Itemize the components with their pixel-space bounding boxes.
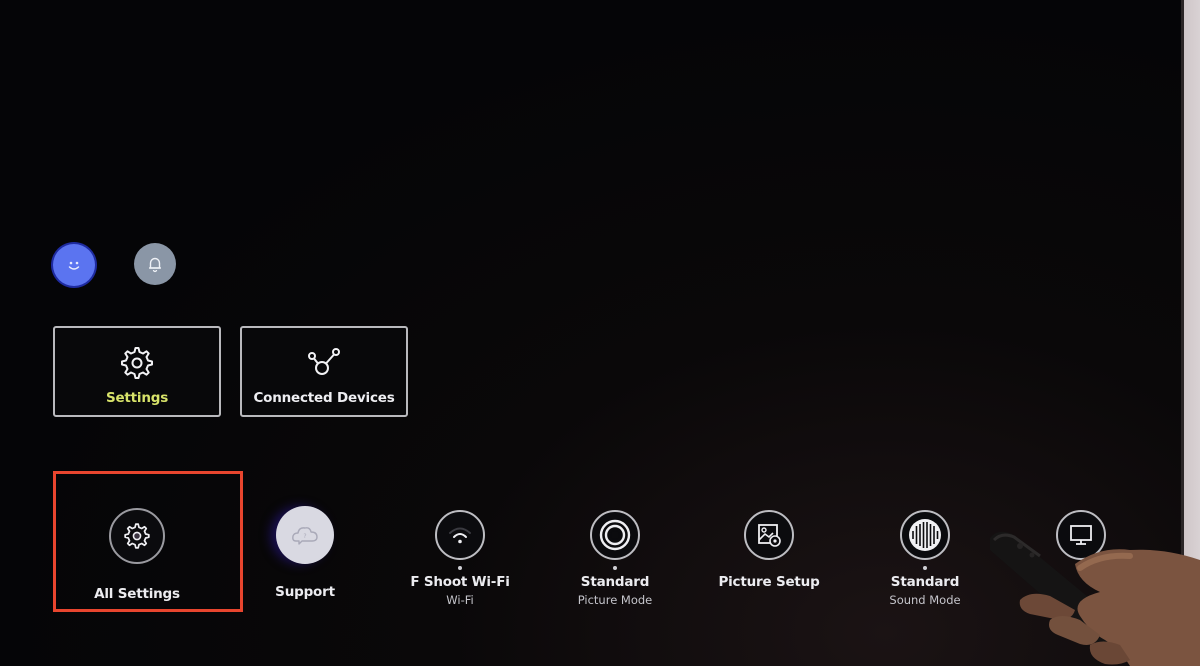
notifications-button[interactable] [134,243,176,285]
wifi-subtitle: Wi-Fi [446,593,474,607]
picture-setup-item[interactable]: Picture Setup [704,510,834,590]
wifi-item[interactable]: F Shoot Wi-Fi Wi-Fi [395,510,525,607]
connected-devices-tile-label: Connected Devices [253,390,395,406]
concentric-circles-icon [599,519,631,551]
sound-mode-ring [900,510,950,560]
picture-mode-title: Standard [580,574,650,590]
hand-holding-remote [990,531,1200,666]
picture-mode-item[interactable]: Standard Picture Mode [550,510,680,607]
connected-devices-tile[interactable]: Connected Devices [240,326,408,417]
settings-tile-label: Settings [105,390,169,406]
wifi-icon [449,527,471,544]
picture-mode-subtitle: Picture Mode [577,593,653,607]
sound-mode-subtitle: Sound Mode [889,593,961,607]
gear-icon [121,347,153,379]
picture-mode-ring [590,510,640,560]
selected-dot [923,566,927,570]
picture-setup-icon [758,524,781,547]
selected-dot [458,566,462,570]
picture-setup-ring [744,510,794,560]
settings-tile[interactable]: Settings [53,326,221,417]
smiley-face-icon [68,261,80,270]
wifi-title: F Shoot Wi-Fi [410,574,510,590]
highlight-box [53,471,243,612]
picture-setup-title: Picture Setup [718,574,820,590]
connected-nodes-icon [308,348,340,375]
support-item[interactable]: ? Support [240,506,370,600]
support-title: Support [275,584,335,600]
support-ring: ? [276,506,334,564]
selected-dot [613,566,617,570]
sound-mode-title: Standard [890,574,960,590]
bell-icon [149,257,161,273]
sound-mode-item[interactable]: Standard Sound Mode [860,510,990,607]
wifi-ring [435,510,485,560]
profile-button[interactable] [53,244,95,286]
svg-text:?: ? [303,533,306,540]
cloud-help-icon: ? [292,527,318,545]
sound-wave-icon [909,519,941,551]
